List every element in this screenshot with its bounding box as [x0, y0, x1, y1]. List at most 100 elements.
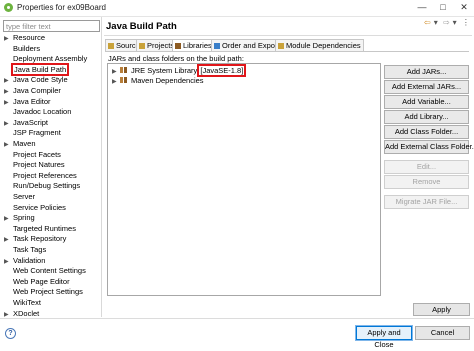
- add-variable-button[interactable]: Add Variable...: [384, 95, 469, 109]
- sidebar-item-label: Server: [13, 192, 36, 201]
- expand-chevron-icon[interactable]: ▶: [4, 76, 13, 86]
- cancel-button[interactable]: Cancel: [415, 326, 470, 340]
- expand-chevron-icon[interactable]: ▶: [4, 214, 13, 224]
- footer-divider: [0, 318, 474, 319]
- expand-chevron-icon[interactable]: ▶: [112, 77, 120, 87]
- sidebar-item-jsp-fragment[interactable]: ▶JSP Fragment: [4, 128, 61, 138]
- sidebar-item-web-project-settings[interactable]: ▶Web Project Settings: [4, 287, 83, 297]
- sidebar-item-label: Deployment Assembly: [13, 54, 88, 64]
- expand-chevron-icon[interactable]: ▶: [4, 119, 13, 129]
- filter-input[interactable]: [3, 20, 100, 32]
- sidebar-item-web-content-settings[interactable]: ▶Web Content Settings: [4, 266, 86, 276]
- forward-menu-chevron-icon[interactable]: ▾: [453, 18, 457, 27]
- back-arrow-icon[interactable]: ⇦: [424, 18, 431, 27]
- remove-button[interactable]: Remove: [384, 175, 469, 189]
- edit-button[interactable]: Edit...: [384, 160, 469, 174]
- close-window-button[interactable]: ✕: [456, 1, 472, 14]
- tab-label: Libraries: [183, 41, 212, 50]
- add-external-jars-button[interactable]: Add External JARs...: [384, 80, 469, 94]
- classpath-entry-label: JRE System Library: [131, 66, 198, 75]
- sidebar-item-maven[interactable]: ▶ Maven: [4, 139, 36, 149]
- library-icon: [120, 77, 128, 83]
- jre-version-tag: [JavaSE-1.8]: [197, 64, 247, 77]
- sidebar-item-label: Java Code Style: [13, 75, 68, 85]
- sidebar-item-builders[interactable]: ▶Builders: [4, 44, 40, 54]
- library-icon: [175, 43, 181, 49]
- expand-chevron-icon[interactable]: ▶: [4, 34, 13, 44]
- sidebar-item-label: Java Build Path: [10, 62, 70, 76]
- sidebar-item-targeted-runtimes[interactable]: ▶Targeted Runtimes: [4, 224, 76, 234]
- expand-chevron-icon[interactable]: ▶: [4, 140, 13, 150]
- classpath-entry-maven[interactable]: ▶ Maven Dependencies: [112, 76, 204, 86]
- sidebar-item-label: Resource: [13, 33, 46, 42]
- sidebar-item-label: Targeted Runtimes: [13, 223, 76, 233]
- classpath-caption: JARs and class folders on the build path…: [108, 54, 244, 63]
- sidebar-item-label: Service Policies: [13, 202, 66, 212]
- back-menu-chevron-icon[interactable]: ▾: [434, 18, 438, 27]
- sidebar-item-task-tags[interactable]: ▶Task Tags: [4, 245, 46, 255]
- sidebar-item-task-repository[interactable]: ▶ Task Repository: [4, 234, 66, 244]
- sidebar-item-deployment-assembly[interactable]: ▶Deployment Assembly: [4, 54, 87, 64]
- add-jars-button[interactable]: Add JARs...: [384, 65, 469, 79]
- sidebar-item-server[interactable]: ▶Server: [4, 192, 35, 202]
- sidebar-item-validation[interactable]: ▶ Validation: [4, 256, 45, 266]
- sidebar-item-run-debug-settings[interactable]: ▶Run/Debug Settings: [4, 181, 80, 191]
- sidebar-item-java-editor[interactable]: ▶ Java Editor: [4, 97, 51, 107]
- maximize-button[interactable]: □: [435, 1, 451, 14]
- add-class-folder-button[interactable]: Add Class Folder...: [384, 125, 469, 139]
- title-bar: Properties for ex09Board — □ ✕: [0, 0, 474, 17]
- sidebar-item-label: Javadoc Location: [13, 107, 72, 117]
- sidebar-item-label: Java Editor: [13, 96, 51, 106]
- sidebar-item-java-build-path[interactable]: ▶Java Build Path: [4, 62, 70, 76]
- apply-and-close-button[interactable]: Apply and Close: [355, 325, 413, 349]
- sidebar-item-wikitext[interactable]: ▶WikiText: [4, 298, 41, 308]
- order-icon: [214, 43, 220, 49]
- sidebar-item-service-policies[interactable]: ▶Service Policies: [4, 203, 66, 213]
- classpath-entry-jre[interactable]: ▶ JRE System Library [JavaSE-1.8]: [112, 64, 247, 77]
- sidebar-item-spring[interactable]: ▶ Spring: [4, 213, 35, 223]
- forward-arrow-icon[interactable]: ⇨: [443, 18, 450, 27]
- sidebar-item-java-compiler[interactable]: ▶ Java Compiler: [4, 86, 61, 96]
- tab-projects[interactable]: Projects: [136, 39, 178, 51]
- sidebar-item-javascript[interactable]: ▶ JavaScript: [4, 118, 48, 128]
- tab-label: Projects: [147, 41, 175, 50]
- page-navigation: ⇦ ▾ ⇨ ▾ ⋮: [424, 18, 473, 27]
- expand-chevron-icon[interactable]: ▶: [4, 98, 13, 108]
- sidebar-item-project-natures[interactable]: ▶Project Natures: [4, 160, 65, 170]
- minimize-button[interactable]: —: [414, 1, 430, 14]
- sidebar-item-javadoc-location[interactable]: ▶Javadoc Location: [4, 107, 71, 117]
- expand-chevron-icon[interactable]: ▶: [4, 87, 13, 97]
- sidebar-item-label: Run/Debug Settings: [13, 181, 81, 191]
- module-icon: [278, 43, 284, 49]
- tab-label: Order and Export: [222, 41, 280, 50]
- sidebar-item-label: Spring: [13, 213, 35, 223]
- view-menu-icon[interactable]: ⋮: [462, 18, 470, 27]
- sidebar-item-label: Validation: [13, 255, 46, 265]
- sidebar-item-project-references[interactable]: ▶Project References: [4, 171, 77, 181]
- sidebar-item-label: WikiText: [13, 298, 41, 307]
- expand-chevron-icon[interactable]: ▶: [4, 235, 13, 245]
- tab-order-and-export[interactable]: Order and Export: [211, 39, 283, 51]
- sidebar-item-java-code-style[interactable]: ▶ Java Code Style: [4, 75, 68, 85]
- pane-splitter[interactable]: [101, 17, 102, 317]
- classpath-entry-label: Maven Dependencies: [131, 76, 204, 85]
- sidebar-item-label: Web Project Settings: [13, 287, 83, 297]
- tab-module-dependencies[interactable]: Module Dependencies: [275, 39, 364, 51]
- expand-chevron-icon[interactable]: ▶: [4, 257, 13, 267]
- add-external-class-folder-button[interactable]: Add External Class Folder...: [384, 140, 474, 154]
- page-title: Java Build Path: [106, 21, 177, 32]
- sidebar-item-label: Task Repository: [13, 234, 67, 244]
- classpath-tree[interactable]: ▶ JRE System Library [JavaSE-1.8] ▶ Maven …: [107, 63, 381, 296]
- sidebar-item-label: Java Compiler: [13, 86, 61, 95]
- add-library-button[interactable]: Add Library...: [384, 110, 469, 124]
- migrate-jar-button[interactable]: Migrate JAR File...: [384, 195, 469, 209]
- apply-button[interactable]: Apply: [413, 303, 470, 316]
- window-title: Properties for ex09Board: [17, 3, 106, 12]
- sidebar-item-web-page-editor[interactable]: ▶Web Page Editor: [4, 277, 70, 287]
- sidebar-item-project-facets[interactable]: ▶Project Facets: [4, 150, 61, 160]
- property-pages-tree: ▶Resource▶Builders▶Deployment Assembly▶J…: [0, 33, 100, 318]
- sidebar-item-resource[interactable]: ▶ Resource: [4, 33, 45, 43]
- help-icon[interactable]: ?: [5, 328, 16, 339]
- sidebar-item-label: JavaScript: [13, 117, 49, 127]
- header-divider: [104, 35, 472, 36]
